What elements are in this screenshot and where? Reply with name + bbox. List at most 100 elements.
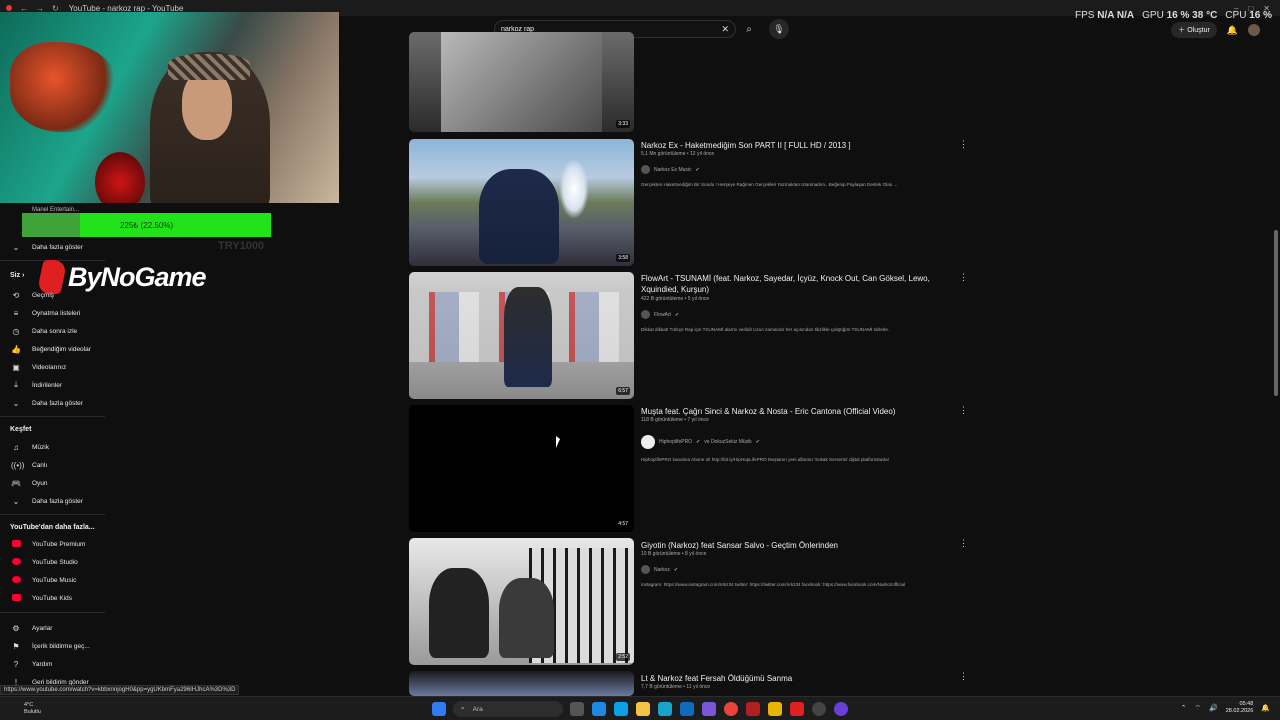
gear-icon: ⚙ bbox=[12, 623, 20, 633]
task-view-icon[interactable] bbox=[570, 702, 584, 716]
store-icon[interactable] bbox=[658, 702, 672, 716]
streamer-face bbox=[182, 70, 232, 140]
more-options-icon[interactable]: ⋮ bbox=[959, 671, 968, 682]
edge-icon[interactable] bbox=[614, 702, 628, 716]
tray-chevron-icon[interactable]: ⌃ bbox=[1181, 704, 1187, 712]
video-thumbnail[interactable]: 6:57 bbox=[409, 272, 634, 399]
sidebar-divider bbox=[0, 612, 105, 613]
thumbnail-person bbox=[504, 287, 552, 387]
page-scrollbar[interactable] bbox=[1274, 230, 1278, 396]
taskbar-search[interactable]: ⌕ Ara bbox=[453, 701, 563, 717]
notifications-icon[interactable]: 🔔 bbox=[1227, 25, 1238, 36]
cpu-label: CPU bbox=[1225, 10, 1247, 21]
bynogame-mark-icon bbox=[36, 260, 68, 294]
outlook-icon[interactable] bbox=[680, 702, 694, 716]
video-meta: 5,1 Mn görüntüleme • 12 yıl önce bbox=[641, 151, 715, 157]
fps-label: FPS bbox=[1075, 10, 1095, 21]
file-explorer-icon[interactable] bbox=[636, 702, 650, 716]
header-actions: ＋ Oluştur 🔔 bbox=[1171, 22, 1260, 38]
clock-date: 28.02.2026 bbox=[1225, 708, 1254, 714]
video-duration: 4:57 bbox=[616, 520, 630, 528]
video-description: Dikkat dikkat! Türkçe Rap için TSUNAMİ a… bbox=[641, 327, 890, 332]
dragon-art bbox=[10, 42, 120, 132]
download-icon: ⤓ bbox=[14, 380, 18, 389]
donation-goal: TRY1000 bbox=[218, 240, 265, 252]
donation-progress-text: 225₺ (22.50%) bbox=[119, 220, 174, 230]
thumbnail-person bbox=[479, 169, 559, 264]
sidebar-divider bbox=[0, 514, 105, 515]
app-icon[interactable] bbox=[834, 702, 848, 716]
video-meta: 10 B görüntüleme • 8 yıl önce bbox=[641, 551, 707, 557]
youtube-app-icon[interactable] bbox=[790, 702, 804, 716]
video-meta: 422 B görüntüleme • 5 yıl önce bbox=[641, 296, 710, 302]
video-title[interactable]: Muşta feat. Çağrı Sinci & Narkoz & Nosta… bbox=[641, 406, 941, 417]
thumbnail-person bbox=[429, 568, 489, 658]
clock[interactable]: 05:48 28.02.2026 bbox=[1226, 701, 1254, 715]
video-thumbnail[interactable] bbox=[409, 671, 634, 696]
search-icon: ⌕ bbox=[461, 705, 465, 712]
video-description: instagram: https://www.instagram.com/nrk… bbox=[641, 582, 906, 587]
voice-search-button[interactable]: 🎙 bbox=[769, 19, 789, 39]
more-options-icon[interactable]: ⋮ bbox=[959, 538, 968, 549]
gpu-value: 16 % bbox=[1166, 10, 1190, 21]
video-title[interactable]: FlowArt - TSUNAMİ (feat. Narkoz, Sayedar… bbox=[641, 273, 941, 295]
video-title[interactable]: Narkoz Ex - Haketmediğim Son PART II [ F… bbox=[641, 140, 941, 151]
channel-avatar bbox=[641, 565, 650, 574]
app-icon[interactable] bbox=[768, 702, 782, 716]
video-duration: 2:52 bbox=[616, 653, 630, 661]
sidebar-you-heading[interactable]: Siz › bbox=[10, 272, 24, 279]
streamer-hat bbox=[168, 54, 250, 80]
more-options-icon[interactable]: ⋮ bbox=[959, 405, 968, 416]
verified-icon: ✔ bbox=[696, 439, 701, 445]
video-channel[interactable]: HiphoplifePRO ✔ ve DokuzSekiz Müzik ✔ bbox=[641, 435, 760, 449]
fps-value: N/A bbox=[1097, 10, 1115, 21]
wifi-icon[interactable]: ⌔ bbox=[1194, 704, 1201, 713]
taskbar: 4°C Bulutlu ⌕ Ara ⌃ ⌔ 🔊 05:48 28.02.2026 … bbox=[0, 696, 1280, 720]
notification-icon[interactable]: 🔔 bbox=[1261, 704, 1270, 712]
video-thumbnail[interactable]: 3:58 bbox=[409, 139, 634, 266]
video-channel[interactable]: FlowArt ✔ bbox=[641, 310, 679, 319]
playlist-icon: ≡ bbox=[13, 308, 19, 318]
video-thumbnail[interactable]: 2:52 bbox=[409, 538, 634, 665]
video-thumbnail[interactable]: 4:57 bbox=[409, 405, 634, 532]
chevron-down-icon: ⌄ bbox=[12, 496, 20, 506]
app-icon[interactable] bbox=[702, 702, 716, 716]
video-channel[interactable]: Narkoz Ex Music ✔ bbox=[641, 165, 700, 174]
video-title[interactable]: Lt & Narkoz feat Fersah Öldüğümü Sanma bbox=[641, 673, 941, 684]
verified-icon: ✔ bbox=[673, 566, 679, 573]
sidebar-explore-heading: Keşfet bbox=[10, 426, 32, 433]
avatar[interactable] bbox=[1248, 24, 1260, 36]
verified-icon: ✔ bbox=[755, 439, 760, 445]
help-icon: ? bbox=[13, 659, 19, 669]
video-thumbnail[interactable]: 3:33 bbox=[409, 32, 634, 132]
microphone-icon: 🎙 bbox=[773, 23, 785, 34]
weather-widget[interactable]: 4°C Bulutlu bbox=[24, 702, 41, 716]
flag-icon: ⚑ bbox=[12, 641, 20, 651]
clear-search-icon[interactable]: ✕ bbox=[721, 24, 729, 35]
copilot-icon[interactable] bbox=[592, 702, 606, 716]
thumbnail-fountain bbox=[559, 159, 589, 219]
app-icon[interactable] bbox=[812, 702, 826, 716]
sidebar-divider bbox=[0, 416, 105, 417]
chrome-icon[interactable] bbox=[724, 702, 738, 716]
webcam-overlay bbox=[0, 12, 339, 203]
youtube-kids-icon bbox=[11, 593, 21, 603]
live-icon: ((•)) bbox=[11, 460, 25, 470]
app-icon[interactable] bbox=[746, 702, 760, 716]
video-channel[interactable]: Narkoz ✔ bbox=[641, 565, 678, 574]
video-title[interactable]: Giyotin (Narkoz) feat Sansar Salvo - Geç… bbox=[641, 540, 941, 551]
clock-time: 05:48 bbox=[1239, 701, 1254, 707]
thumbnail-image bbox=[441, 32, 602, 132]
volume-icon[interactable]: 🔊 bbox=[1209, 704, 1218, 712]
link-preview-url: https://www.youtube.com/watch?v=kbbxnnjo… bbox=[0, 685, 240, 695]
video-meta: 7,7 B görüntüleme • 11 yıl önce bbox=[641, 684, 711, 690]
bynogame-logo: ByNoGame bbox=[36, 260, 207, 294]
cpu-value: 16 % bbox=[1249, 10, 1272, 21]
create-button[interactable]: ＋ Oluştur bbox=[1171, 22, 1217, 38]
more-options-icon[interactable]: ⋮ bbox=[959, 272, 968, 283]
youtube-music-icon bbox=[11, 575, 21, 585]
windows-start-icon[interactable] bbox=[432, 702, 446, 716]
more-options-icon[interactable]: ⋮ bbox=[959, 139, 968, 150]
search-button[interactable]: ⌕ bbox=[738, 20, 760, 38]
system-tray: ⌃ ⌔ 🔊 05:48 28.02.2026 🔔 bbox=[1181, 701, 1270, 715]
